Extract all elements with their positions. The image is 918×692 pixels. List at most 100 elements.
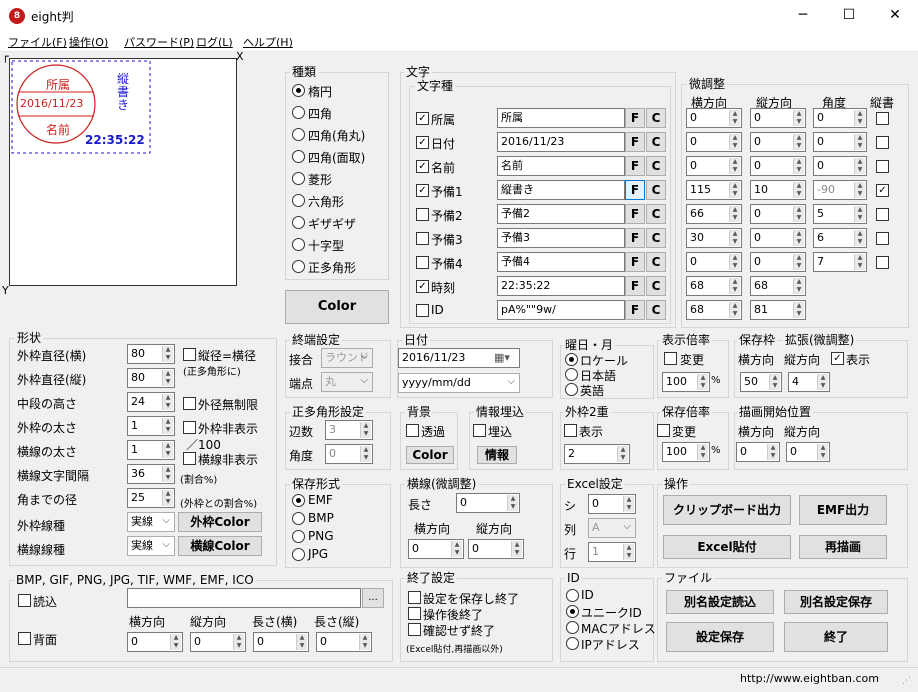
fine-y-spin-5[interactable]: 0 ▲ ▼ bbox=[750, 228, 806, 248]
same-diameter-checkbox[interactable] bbox=[183, 348, 196, 361]
spin-arrows-icon[interactable]: ▲ ▼ bbox=[623, 496, 634, 512]
spin-arrows-icon[interactable]: ▲ ▼ bbox=[623, 544, 634, 560]
fine-y-spin-7[interactable]: 68 ▲ ▼ bbox=[750, 276, 806, 296]
save-scale-spin[interactable]: 100 ▲ ▼ bbox=[662, 442, 710, 462]
spin-arrows-icon[interactable]: ▲ ▼ bbox=[162, 442, 173, 458]
fine-vertical-checkbox-2[interactable] bbox=[876, 160, 889, 173]
shape-kind-radio-7[interactable] bbox=[292, 238, 305, 251]
background-color-button[interactable]: Color bbox=[406, 446, 454, 464]
save-frame-show-checkbox[interactable]: ✓ bbox=[831, 352, 844, 365]
hide-outer-checkbox[interactable] bbox=[183, 421, 196, 434]
inner-line-kind-select[interactable]: 実線 bbox=[127, 536, 175, 556]
text-row-checkbox-2[interactable]: ✓ bbox=[416, 160, 429, 173]
text-row-input-3[interactable]: 縦書き bbox=[497, 180, 625, 200]
fine-vertical-checkbox-6[interactable] bbox=[876, 256, 889, 269]
spin-arrows-icon[interactable]: ▲ ▼ bbox=[233, 634, 244, 650]
spin-arrows-icon[interactable]: ▲ ▼ bbox=[162, 346, 173, 362]
shape-kind-radio-8[interactable] bbox=[292, 260, 305, 273]
excel-column-select[interactable]: A bbox=[588, 518, 636, 538]
shape-kind-radio-1[interactable] bbox=[292, 106, 305, 119]
spin-arrows-icon[interactable]: ▲ ▼ bbox=[617, 446, 628, 462]
display-scale-checkbox[interactable] bbox=[664, 352, 677, 365]
spin-arrows-icon[interactable]: ▲ ▼ bbox=[729, 206, 740, 222]
spin-arrows-icon[interactable]: ▲ ▼ bbox=[697, 374, 708, 390]
spin-arrows-icon[interactable]: ▲ ▼ bbox=[793, 182, 804, 198]
fine-angle-spin-4[interactable]: 5 ▲ ▼ bbox=[813, 204, 867, 224]
spin-arrows-icon[interactable]: ▲ ▼ bbox=[793, 278, 804, 294]
clipboard-output-button[interactable]: クリップボード出力 bbox=[663, 495, 791, 525]
image-spin-1[interactable]: 0 ▲ ▼ bbox=[190, 632, 246, 652]
info-button[interactable]: 情報 bbox=[477, 446, 517, 464]
spin-arrows-icon[interactable]: ▲ ▼ bbox=[162, 370, 173, 386]
exit-button[interactable]: 終了 bbox=[784, 622, 888, 652]
fine-y-spin-4[interactable]: 0 ▲ ▼ bbox=[750, 204, 806, 224]
display-scale-spin[interactable]: 100 ▲ ▼ bbox=[662, 372, 710, 392]
save-frame-y-spin[interactable]: 4 ▲ ▼ bbox=[788, 372, 830, 392]
fine-x-spin-0[interactable]: 0 ▲ ▼ bbox=[686, 108, 742, 128]
load-alias-button[interactable]: 別名設定読込 bbox=[666, 590, 774, 614]
join-select[interactable]: ラウンド bbox=[321, 348, 373, 368]
save-alias-button[interactable]: 別名設定保存 bbox=[784, 590, 888, 614]
color-button-5[interactable]: C bbox=[646, 228, 666, 248]
outer-line-kind-select[interactable]: 実線 bbox=[127, 512, 175, 532]
text-row-checkbox-5[interactable] bbox=[416, 232, 429, 245]
fine-x-spin-7[interactable]: 68 ▲ ▼ bbox=[686, 276, 742, 296]
font-button-2[interactable]: F bbox=[625, 156, 645, 176]
text-row-checkbox-0[interactable]: ✓ bbox=[416, 112, 429, 125]
image-spin-2[interactable]: 0 ▲ ▼ bbox=[253, 632, 309, 652]
spin-arrows-icon[interactable]: ▲ ▼ bbox=[793, 254, 804, 270]
font-button-7[interactable]: F bbox=[625, 276, 645, 296]
fine-y-spin-6[interactable]: 0 ▲ ▼ bbox=[750, 252, 806, 272]
spin-arrows-icon[interactable]: ▲ ▼ bbox=[162, 490, 173, 506]
spin-arrows-icon[interactable]: ▲ ▼ bbox=[729, 110, 740, 126]
font-button-8[interactable]: F bbox=[625, 300, 645, 320]
minimize-button[interactable]: ─ bbox=[780, 0, 826, 32]
fine-angle-spin-0[interactable]: 0 ▲ ▼ bbox=[813, 108, 867, 128]
spin-arrows-icon[interactable]: ▲ ▼ bbox=[729, 278, 740, 294]
inner-color-button[interactable]: 横線Color bbox=[178, 536, 262, 556]
emf-output-button[interactable]: EMF出力 bbox=[799, 495, 887, 525]
spin-arrows-icon[interactable]: ▲ ▼ bbox=[729, 254, 740, 270]
font-button-5[interactable]: F bbox=[625, 228, 645, 248]
fine-x-spin-2[interactable]: 0 ▲ ▼ bbox=[686, 156, 742, 176]
double-outer-checkbox[interactable] bbox=[564, 424, 577, 437]
text-row-checkbox-6[interactable] bbox=[416, 256, 429, 269]
shape-kind-radio-3[interactable] bbox=[292, 150, 305, 163]
spin-arrows-icon[interactable]: ▲ ▼ bbox=[697, 444, 708, 460]
fine-x-spin-1[interactable]: 0 ▲ ▼ bbox=[686, 132, 742, 152]
shape-field-spin-3[interactable]: 1 ▲ ▼ bbox=[127, 416, 175, 436]
line-x-spin[interactable]: 0 ▲ ▼ bbox=[408, 539, 464, 559]
spin-arrows-icon[interactable]: ▲ ▼ bbox=[769, 374, 780, 390]
weekday-radio-2[interactable] bbox=[565, 383, 578, 396]
text-row-input-0[interactable]: 所属 bbox=[497, 108, 625, 128]
color-button-2[interactable]: C bbox=[646, 156, 666, 176]
color-button-7[interactable]: C bbox=[646, 276, 666, 296]
menu-file[interactable]: ファイル(F) bbox=[8, 34, 67, 50]
text-row-input-4[interactable]: 予備2 bbox=[497, 204, 625, 224]
exit-after-op-checkbox[interactable] bbox=[408, 607, 421, 620]
fine-y-spin-0[interactable]: 0 ▲ ▼ bbox=[750, 108, 806, 128]
excel-row-spin[interactable]: 1 ▲ ▼ bbox=[588, 542, 636, 562]
cap-select[interactable]: 丸 bbox=[321, 372, 373, 392]
shape-kind-radio-4[interactable] bbox=[292, 172, 305, 185]
image-back-checkbox[interactable] bbox=[18, 632, 31, 645]
fine-angle-spin-3[interactable]: -90 ▲ ▼ bbox=[813, 180, 867, 200]
image-spin-0[interactable]: 0 ▲ ▼ bbox=[127, 632, 183, 652]
spin-arrows-icon[interactable]: ▲ ▼ bbox=[511, 541, 522, 557]
text-row-input-7[interactable]: 22:35:22 bbox=[497, 276, 625, 296]
font-button-0[interactable]: F bbox=[625, 108, 645, 128]
draw-start-x-spin[interactable]: 0 ▲ ▼ bbox=[736, 442, 780, 462]
maximize-button[interactable]: ☐ bbox=[826, 0, 872, 32]
save-format-radio-2[interactable] bbox=[292, 530, 305, 543]
text-row-input-8[interactable]: pA%""9w/ bbox=[497, 300, 625, 320]
sides-spin[interactable]: 3 ▲ ▼ bbox=[325, 420, 373, 440]
spin-arrows-icon[interactable]: ▲ ▼ bbox=[162, 394, 173, 410]
id-radio-0[interactable] bbox=[566, 589, 579, 602]
save-frame-x-spin[interactable]: 50 ▲ ▼ bbox=[740, 372, 782, 392]
shape-kind-radio-5[interactable] bbox=[292, 194, 305, 207]
save-format-radio-0[interactable] bbox=[292, 494, 305, 507]
spin-arrows-icon[interactable]: ▲ ▼ bbox=[793, 134, 804, 150]
fine-angle-spin-5[interactable]: 6 ▲ ▼ bbox=[813, 228, 867, 248]
fine-vertical-checkbox-5[interactable] bbox=[876, 232, 889, 245]
spin-arrows-icon[interactable]: ▲ ▼ bbox=[296, 634, 307, 650]
